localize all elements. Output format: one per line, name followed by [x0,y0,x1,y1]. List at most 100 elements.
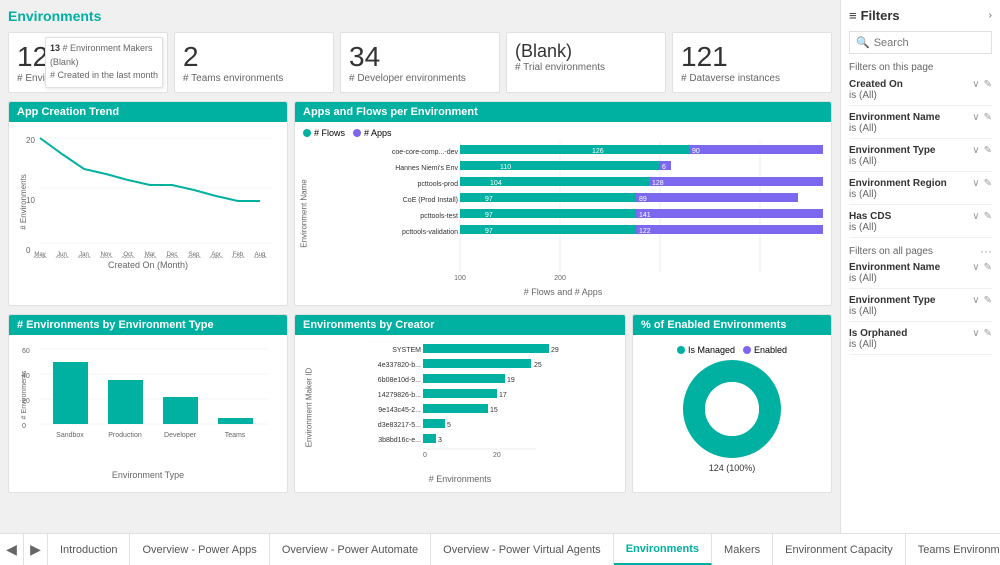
env-by-type-x-label: Environment Type [17,470,279,480]
tab-overview-power-virtual-agents[interactable]: Overview - Power Virtual Agents [431,534,614,565]
filter-all-is-orphaned: Is Orphaned ∨ ✎ is (All) [849,328,992,355]
svg-text:20: 20 [26,136,35,145]
legend-dot-apps [353,129,361,137]
tab-makers[interactable]: Makers [712,534,773,565]
filter-env-name: Environment Name ∨ ✎ is (All) [849,112,992,139]
tab-overview-power-apps[interactable]: Overview - Power Apps [130,534,269,565]
svg-text:Production: Production [108,432,142,439]
tab-introduction[interactable]: Introduction [48,534,130,565]
pct-enabled-chart: Is Managed Enabled 124 (100%) [641,341,823,473]
legend-label-managed: Is Managed [688,345,735,355]
filters-collapse-icon[interactable]: › [989,10,992,21]
svg-text:104: 104 [490,180,502,187]
svg-text:2022: 2022 [143,257,157,258]
filter-expand-icon-3[interactable]: ∨ [972,145,979,156]
kpi-card-environments: 124 # Environments 13 # Environment Make… [8,32,168,93]
filter-all-edit-icon-2[interactable]: ✎ [984,295,992,306]
filter-expand-icon-2[interactable]: ∨ [972,112,979,123]
charts-row-2: # Environments by Environment Type 60 40… [8,314,832,493]
legend-label-enabled: Enabled [754,345,787,355]
filter-all-is-orphaned-value: is (All) [849,339,992,350]
filters-all-pages-menu[interactable]: ··· [980,244,992,258]
env-by-creator-y-axis: Environment Maker ID [303,341,315,474]
svg-text:14279826-b...: 14279826-b... [378,392,421,399]
env-by-creator-svg: SYSTEM 29 4e337820-b... 25 6b08e10d-9...… [315,341,617,471]
tab-teams-environments[interactable]: Teams Environments [906,534,1000,565]
filter-env-type-label: Environment Type [849,145,936,156]
filter-all-env-type-header: Environment Type ∨ ✎ [849,295,992,306]
filter-edit-icon-4[interactable]: ✎ [984,178,992,189]
filter-all-edit-icon-1[interactable]: ✎ [984,262,992,273]
kpi-number-dataverse: 121 [681,41,823,73]
filter-edit-icon[interactable]: ✎ [984,79,992,90]
filter-created-on: Created On ∨ ✎ is (All) [849,79,992,106]
filter-all-env-name-value: is (All) [849,273,992,284]
app-creation-trend-card: App Creation Trend 20 10 0 # Environment… [8,101,288,306]
svg-text:Sandbox: Sandbox [56,432,84,439]
filter-all-expand-icon-3[interactable]: ∨ [972,328,979,339]
filter-expand-icon-4[interactable]: ∨ [972,178,979,189]
filters-section-1-title: Filters on this page [849,62,992,73]
svg-text:pcttools-prod: pcttools-prod [418,181,459,188]
filter-env-region-value: is (All) [849,189,992,200]
apps-flows-chart: Environment Name 100 200 [303,142,823,285]
svg-text:pcttools-test: pcttools-test [420,213,458,220]
tab-prev-button[interactable]: ◀ [0,534,24,565]
filter-has-cds-controls: ∨ ✎ [972,211,992,222]
kpi-number-teams: 2 [183,41,325,73]
svg-text:2023: 2023 [77,257,91,258]
svg-text:126: 126 [592,148,604,155]
kpi-label-trial: # Trial environments [515,62,657,73]
svg-text:# Environments: # Environments [21,370,28,419]
env-by-creator-chart: Environment Maker ID SYSTEM 29 4e [303,341,617,474]
dashboard: Environments 124 # Environments 13 # Env… [0,0,840,533]
kpi-number-developer: 34 [349,41,491,73]
svg-text:0: 0 [26,246,31,255]
svg-text:2023: 2023 [209,257,223,258]
kpi-card-trial: (Blank) # Trial environments [506,32,666,93]
svg-text:141: 141 [639,212,651,219]
filter-all-is-orphaned-header: Is Orphaned ∨ ✎ [849,328,992,339]
env-by-type-title: # Environments by Environment Type [9,315,287,335]
filter-edit-icon-2[interactable]: ✎ [984,112,992,123]
svg-text:Teams: Teams [225,432,246,439]
legend-dot-enabled [743,346,751,354]
svg-text:15: 15 [490,407,498,414]
filter-all-expand-icon-1[interactable]: ∨ [972,262,979,273]
kpi-row: 124 # Environments 13 # Environment Make… [8,32,832,93]
filter-all-edit-icon-3[interactable]: ✎ [984,328,992,339]
env-by-creator-x-label: # Environments [303,474,617,484]
filter-edit-icon-5[interactable]: ✎ [984,211,992,222]
apps-flows-title: Apps and Flows per Environment [295,102,831,122]
filter-all-expand-icon-2[interactable]: ∨ [972,295,979,306]
apps-flows-bars: 100 200 coe-core-comp...-dev 126 90 [317,142,823,285]
legend-apps: # Apps [353,128,392,138]
filter-expand-icon-5[interactable]: ∨ [972,211,979,222]
tabs-bar: ◀ ▶ Introduction Overview - Power Apps O… [0,533,1000,565]
app-creation-trend-title: App Creation Trend [9,102,287,122]
filter-all-env-name-controls: ∨ ✎ [972,262,992,273]
tab-environment-capacity[interactable]: Environment Capacity [773,534,906,565]
search-input[interactable] [874,37,985,49]
tab-environments[interactable]: Environments [614,534,712,565]
filter-expand-icon[interactable]: ∨ [972,79,979,90]
donut-label: 124 (100%) [709,463,756,473]
env-by-creator-bars: SYSTEM 29 4e337820-b... 25 6b08e10d-9...… [315,341,617,474]
line-chart-svg: 20 10 0 # Environments [17,128,279,258]
svg-text:d3e83217-5...: d3e83217-5... [378,422,421,429]
env-by-creator-card: Environments by Creator Environment Make… [294,314,626,493]
tab-overview-power-automate[interactable]: Overview - Power Automate [270,534,431,565]
legend-dot-flows [303,129,311,137]
legend-label-apps: # Apps [364,128,392,138]
svg-text:6: 6 [662,164,666,171]
filter-edit-icon-3[interactable]: ✎ [984,145,992,156]
filter-env-region-header: Environment Region ∨ ✎ [849,178,992,189]
svg-text:2023: 2023 [55,257,69,258]
kpi-label-developer: # Developer environments [349,73,491,84]
legend-enabled: Enabled [743,345,787,355]
svg-text:19: 19 [507,377,515,384]
svg-text:90: 90 [692,148,700,155]
tab-next-button[interactable]: ▶ [24,534,48,565]
filter-created-on-value: is (All) [849,90,992,101]
apps-flows-legend: # Flows # Apps [303,128,823,138]
